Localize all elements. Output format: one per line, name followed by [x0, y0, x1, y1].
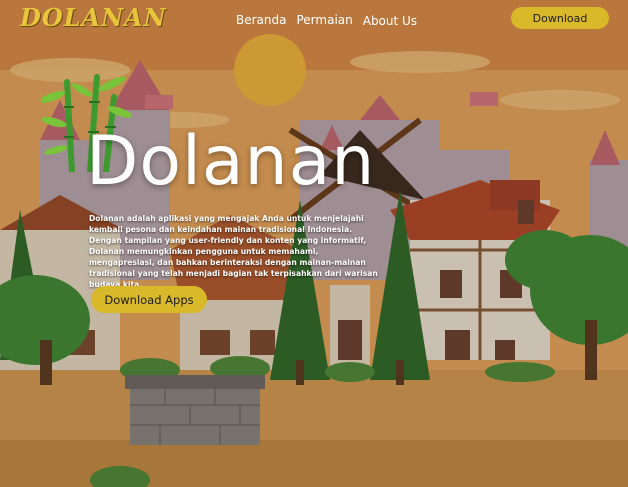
nav-download-button[interactable]: Download	[511, 7, 609, 29]
nav-link-about-us[interactable]: About Us	[363, 14, 417, 28]
hero-title: Dolanan	[86, 122, 376, 201]
brand-logo[interactable]: DOLANAN	[20, 3, 167, 32]
nav-link-permainan[interactable]: Permaian	[296, 13, 352, 28]
top-navbar: DOLANAN Beranda Permaian About Us Downlo…	[0, 0, 628, 40]
nav-links: Beranda Permaian About Us	[236, 13, 417, 28]
nav-link-beranda[interactable]: Beranda	[236, 13, 286, 28]
hero-description: Dolanan adalah aplikasi yang mengajak An…	[89, 214, 378, 289]
download-apps-button[interactable]: Download Apps	[91, 286, 207, 313]
